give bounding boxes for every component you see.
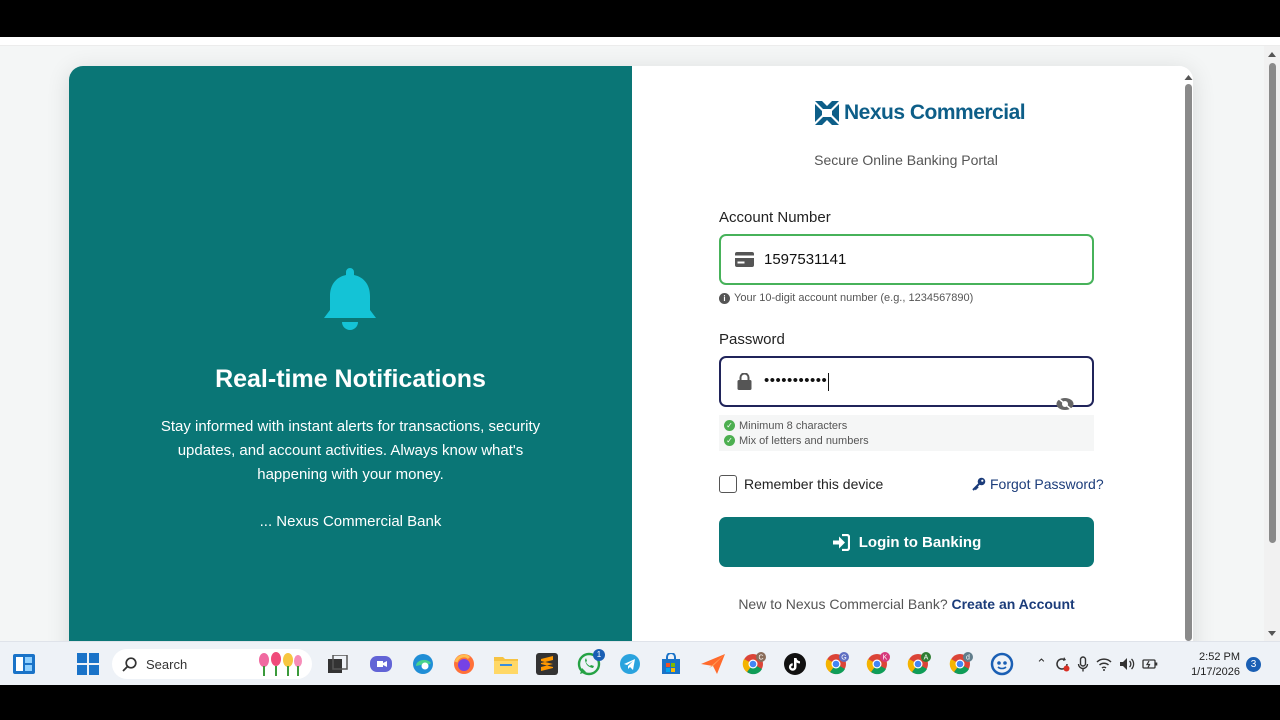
page-scroll-thumb[interactable] (1269, 63, 1276, 543)
edge-browser-icon[interactable] (411, 652, 435, 676)
account-number-field[interactable]: 1597531141 (719, 234, 1094, 285)
start-windows-icon[interactable] (76, 652, 100, 676)
whatsapp-icon[interactable]: 1 (577, 649, 605, 676)
info-icon: i (719, 292, 730, 304)
svg-text:G: G (841, 655, 846, 662)
requirement-item: ✓ Minimum 8 characters (724, 418, 1094, 433)
login-card: Real-time Notifications Stay informed wi… (69, 66, 1193, 641)
taskbar: Search 1 C G K A d ⌃ 2:52 PM 1/17/2026 3 (0, 641, 1280, 685)
svg-text:C: C (758, 655, 763, 662)
screen: Real-time Notifications Stay informed wi… (0, 0, 1280, 720)
svg-text:d: d (966, 655, 970, 662)
forgot-password-text: Forgot Password? (990, 476, 1104, 492)
chevron-up-icon[interactable]: ⌃ (1036, 656, 1047, 672)
panel-scroll-thumb[interactable] (1185, 84, 1192, 641)
page-scrollbar[interactable] (1264, 46, 1280, 641)
check-circle-icon: ✓ (724, 420, 735, 431)
whatsapp-badge: 1 (593, 649, 605, 661)
feature-description: Stay informed with instant alerts for tr… (160, 418, 541, 483)
signup-prompt-text: New to Nexus Commercial Bank? (738, 596, 948, 612)
wifi-icon[interactable] (1096, 657, 1112, 671)
widgets-icon[interactable] (12, 652, 36, 676)
sync-icon[interactable] (1054, 656, 1070, 672)
sign-in-icon (832, 533, 850, 551)
browser-top-strip (0, 37, 1280, 46)
login-button-label: Login to Banking (858, 533, 982, 551)
chrome-profile-g-icon[interactable]: G (825, 652, 849, 676)
portal-subtitle: Secure Online Banking Portal (814, 152, 998, 168)
password-value[interactable]: ••••••••••• (764, 372, 830, 391)
feature-panel: Real-time Notifications Stay informed wi… (69, 66, 632, 641)
browser-viewport: Real-time Notifications Stay informed wi… (0, 37, 1280, 641)
bank-logo: Nexus Commercial (814, 99, 1026, 127)
paper-plane-app-icon[interactable] (701, 652, 725, 676)
system-tray: ⌃ (1036, 652, 1158, 676)
search-placeholder: Search (146, 656, 188, 672)
remember-device[interactable]: Remember this device (719, 475, 883, 493)
key-icon (972, 477, 986, 491)
account-number-hint: i Your 10-digit account number (e.g., 12… (719, 292, 973, 304)
task-view-icon[interactable] (326, 652, 350, 676)
clock-time: 2:52 PM (1199, 651, 1240, 663)
account-number-label: Account Number (719, 209, 831, 226)
signup-prompt: New to Nexus Commercial Bank? Create an … (632, 596, 1181, 612)
account-number-value[interactable]: 1597531141 (764, 251, 846, 268)
remember-device-label: Remember this device (744, 476, 884, 492)
text-caret (828, 372, 830, 391)
password-requirements: ✓ Minimum 8 characters ✓ Mix of letters … (719, 415, 1094, 451)
password-label: Password (719, 331, 785, 348)
volume-icon[interactable] (1119, 657, 1135, 671)
scroll-up-arrow-icon[interactable] (1183, 73, 1194, 81)
scroll-up-arrow-icon[interactable] (1264, 49, 1280, 59)
remember-device-checkbox[interactable] (719, 475, 737, 493)
battery-icon[interactable] (1142, 657, 1158, 671)
requirement-text: Mix of letters and numbers (739, 434, 869, 447)
feature-signature: ... Nexus Commercial Bank (259, 513, 442, 530)
requirement-item: ✓ Mix of letters and numbers (724, 433, 1094, 448)
logo-mark-icon (815, 101, 839, 125)
check-circle-icon: ✓ (724, 435, 735, 446)
search-icon (122, 656, 137, 672)
account-hint-text: Your 10-digit account number (e.g., 1234… (734, 292, 974, 304)
chrome-profile-c-icon[interactable]: C (742, 652, 766, 676)
chrome-profile-a-icon[interactable]: A (907, 652, 931, 676)
taskbar-search[interactable]: Search (112, 649, 312, 679)
logo-text: Nexus Commercial (844, 101, 1026, 124)
svg-text:A: A (924, 655, 929, 662)
bell-icon (324, 268, 376, 330)
feature-title: Real-time Notifications (215, 365, 486, 393)
sublime-text-icon[interactable] (535, 652, 559, 676)
create-account-link[interactable]: Create an Account (952, 596, 1075, 612)
telegram-icon[interactable] (618, 652, 642, 676)
clock-date: 1/17/2026 (1191, 666, 1240, 678)
chrome-profile-k-icon[interactable]: K (866, 652, 890, 676)
lock-icon (734, 372, 754, 392)
credit-card-icon (734, 250, 754, 270)
requirement-text: Minimum 8 characters (739, 419, 848, 432)
svg-text:K: K (883, 655, 888, 662)
panel-scrollbar[interactable] (1183, 73, 1194, 641)
chrome-profile-d-icon[interactable]: d (949, 652, 973, 676)
password-field[interactable]: ••••••••••• (719, 356, 1094, 411)
microsoft-store-icon[interactable] (659, 652, 683, 676)
login-button[interactable]: Login to Banking (719, 517, 1094, 567)
microphone-icon[interactable] (1077, 656, 1089, 672)
password-masked-text: ••••••••••• (764, 372, 828, 390)
copilot-app-icon[interactable] (990, 652, 1014, 676)
tulips-icon (259, 652, 302, 676)
forgot-password-link[interactable]: Forgot Password? (972, 476, 1104, 492)
firefox-icon[interactable] (452, 652, 476, 676)
scroll-down-arrow-icon[interactable] (1264, 629, 1280, 639)
teams-meet-icon[interactable] (369, 652, 393, 676)
notification-count-badge[interactable]: 3 (1246, 657, 1261, 672)
taskbar-clock[interactable]: 2:52 PM 1/17/2026 (1188, 650, 1240, 680)
file-explorer-icon[interactable] (494, 652, 518, 676)
toggle-password-visibility-icon[interactable] (1056, 397, 1074, 411)
login-panel: Nexus Commercial Secure Online Banking P… (632, 66, 1193, 641)
tiktok-icon[interactable] (783, 652, 807, 676)
